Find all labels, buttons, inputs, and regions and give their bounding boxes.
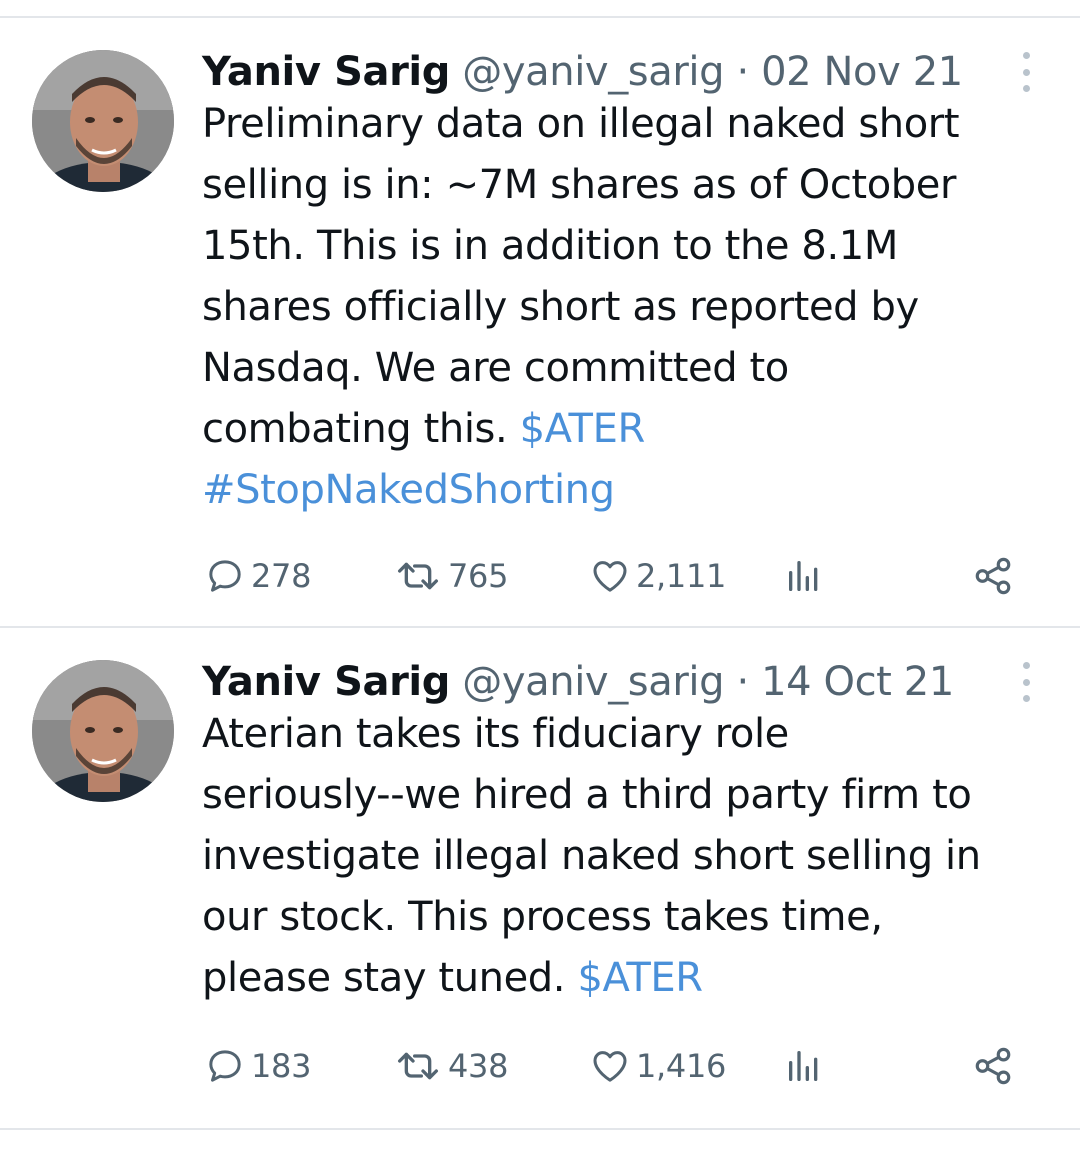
text-line: 15th. This is in addition to the 8.1M <box>202 223 898 269</box>
retweet-button[interactable]: 438 <box>394 1044 508 1088</box>
avatar[interactable] <box>32 50 174 192</box>
tweet-2[interactable]: Yaniv Sarig @yaniv_sarig · 14 Oct 21 Ate… <box>0 656 1080 1106</box>
cashtag-link[interactable]: $ATER <box>520 406 646 452</box>
text-line: Nasdaq. We are committed to <box>202 345 789 391</box>
action-bar: 183 438 1,416 <box>0 1044 1080 1088</box>
avatar[interactable] <box>32 660 174 802</box>
tweet-text: Preliminary data on illegal naked short … <box>202 94 1052 521</box>
author-name[interactable]: Yaniv Sarig <box>202 49 450 95</box>
text-line: Aterian takes its fiduciary role <box>202 711 789 757</box>
text-line: shares officially short as reported by <box>202 284 919 330</box>
author-handle[interactable]: @yaniv_sarig <box>462 49 724 95</box>
views-icon <box>789 1051 818 1081</box>
share-button[interactable] <box>972 1044 1014 1088</box>
action-bar: 278 765 2,111 <box>0 554 1080 598</box>
retweet-count: 438 <box>448 1047 509 1085</box>
tweet-divider <box>0 626 1080 628</box>
retweet-count: 765 <box>448 557 509 595</box>
tweet-date[interactable]: 02 Nov 21 <box>761 49 963 95</box>
reply-icon <box>209 560 241 592</box>
tweet-header: Yaniv Sarig @yaniv_sarig · 02 Nov 21 <box>202 46 963 98</box>
hashtag-link[interactable]: #StopNakedShorting <box>202 467 615 513</box>
separator: · <box>736 49 749 95</box>
text-line: selling is in: ~7M shares as of October <box>202 162 957 208</box>
reply-button[interactable]: 278 <box>205 554 311 598</box>
avatar-photo <box>32 660 174 802</box>
reply-count: 278 <box>251 557 312 595</box>
text-line-with-cashtag: please stay tuned. $ATER <box>202 948 1052 1009</box>
text-line: please stay tuned. <box>202 955 566 1001</box>
cashtag-link[interactable]: $ATER <box>577 955 703 1001</box>
tweet-text: Aterian takes its fiduciary role serious… <box>202 704 1052 1009</box>
share-icon <box>975 1047 1011 1085</box>
tweet-header: Yaniv Sarig @yaniv_sarig · 14 Oct 21 <box>202 656 954 708</box>
more-options-icon[interactable] <box>1014 52 1038 92</box>
separator: · <box>736 659 749 705</box>
text-line: our stock. This process takes time, <box>202 894 883 940</box>
retweet-button[interactable]: 765 <box>394 554 508 598</box>
author-name[interactable]: Yaniv Sarig <box>202 659 450 705</box>
text-line: Preliminary data on illegal naked short <box>202 101 960 147</box>
share-button[interactable] <box>972 554 1014 598</box>
like-icon <box>593 561 627 592</box>
text-line: investigate illegal naked short selling … <box>202 833 981 879</box>
bottom-divider <box>0 1128 1080 1130</box>
tweet-1[interactable]: Yaniv Sarig @yaniv_sarig · 02 Nov 21 Pre… <box>0 46 1080 606</box>
text-line: combating this. <box>202 406 508 452</box>
more-options-icon[interactable] <box>1014 662 1038 702</box>
text-line-with-cashtag: combating this. $ATER <box>202 399 1052 460</box>
like-button[interactable]: 2,111 <box>590 554 726 598</box>
reply-icon <box>209 1050 241 1082</box>
reply-button[interactable]: 183 <box>205 1044 311 1088</box>
views-button[interactable] <box>784 554 824 598</box>
like-count: 1,416 <box>636 1047 727 1085</box>
avatar-photo <box>32 50 174 192</box>
retweet-icon <box>398 562 439 590</box>
share-icon <box>975 557 1011 595</box>
tweet-date[interactable]: 14 Oct 21 <box>761 659 954 705</box>
views-icon <box>789 561 818 591</box>
top-divider <box>0 16 1080 18</box>
views-button[interactable] <box>784 1044 824 1088</box>
hashtag-line: #StopNakedShorting <box>202 460 1052 521</box>
retweet-icon <box>398 1052 439 1080</box>
like-count: 2,111 <box>636 557 727 595</box>
author-handle[interactable]: @yaniv_sarig <box>462 659 724 705</box>
like-icon <box>593 1051 627 1082</box>
text-line: seriously--we hired a third party firm t… <box>202 772 972 818</box>
reply-count: 183 <box>251 1047 312 1085</box>
like-button[interactable]: 1,416 <box>590 1044 726 1088</box>
